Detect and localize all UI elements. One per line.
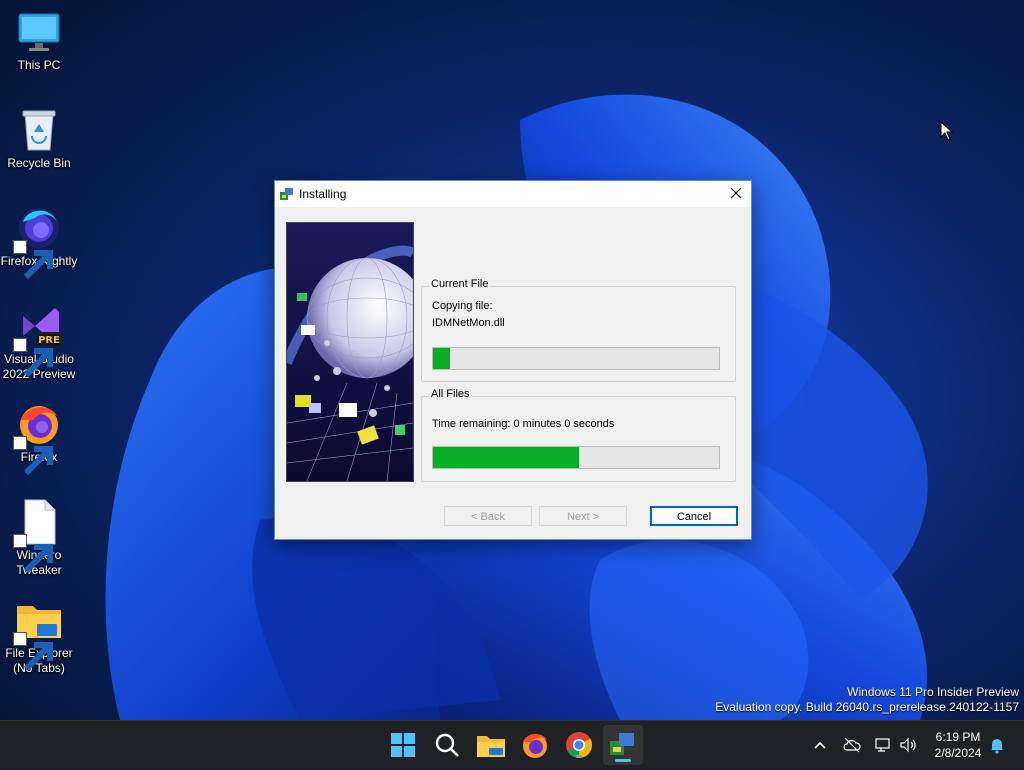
file-explorer-icon xyxy=(477,736,505,757)
taskbar-clock[interactable]: 6:19 PM 2/8/2024 xyxy=(922,729,994,761)
taskbar-file-explorer[interactable] xyxy=(475,729,507,761)
folder-icon xyxy=(13,596,63,672)
installer-icon xyxy=(280,188,293,200)
next-button[interactable]: Next > xyxy=(539,506,627,526)
all-files-progress-bar xyxy=(432,446,720,469)
back-button[interactable]: < Back xyxy=(444,506,532,526)
notifications-button[interactable] xyxy=(987,735,1007,755)
shortcut-arrow-icon xyxy=(13,338,53,378)
visual-studio-icon: PRE xyxy=(13,302,63,378)
network-icon xyxy=(875,738,890,752)
running-indicator xyxy=(576,755,582,758)
shortcut-arrow-icon xyxy=(13,436,53,476)
close-button[interactable] xyxy=(721,181,751,207)
watermark-edition: Windows 11 Pro Insider Preview xyxy=(847,685,1019,699)
installer-icon xyxy=(610,733,634,755)
current-file-group: Current File Copying file: IDMNetMon.dll xyxy=(421,278,736,382)
search-icon xyxy=(435,733,459,757)
clock-time: 6:19 PM xyxy=(935,730,981,744)
clock-date: 2/8/2024 xyxy=(934,746,982,760)
volume-button[interactable] xyxy=(898,735,918,755)
desktop-icon-firefox[interactable]: Firefox xyxy=(0,400,78,476)
dialog-title: Installing xyxy=(299,187,347,201)
build-watermark: Windows 11 Pro Insider Preview Evaluatio… xyxy=(715,685,1019,715)
desktop-icon-winaero-tweaker[interactable]: Winaero Tweaker xyxy=(0,498,78,578)
network-button[interactable] xyxy=(873,735,893,755)
cloud-offline-icon xyxy=(843,737,861,753)
all-files-progress-fill xyxy=(433,447,579,468)
show-hidden-icons-button[interactable] xyxy=(810,735,830,755)
desktop-icon-label: This PC xyxy=(17,58,61,72)
chevron-up-icon xyxy=(814,741,826,749)
watermark-build: Evaluation copy. Build 26040.rs_prerelea… xyxy=(715,700,1019,714)
desktop-icon-this-pc[interactable]: This PC xyxy=(0,8,78,73)
current-filename: IDMNetMon.dll xyxy=(432,317,505,329)
dialog-titlebar[interactable]: Installing xyxy=(275,181,751,207)
taskbar-chrome[interactable] xyxy=(563,729,595,761)
search-button[interactable] xyxy=(431,729,463,761)
shortcut-arrow-icon xyxy=(13,240,53,280)
all-files-label: All Files xyxy=(429,388,472,400)
close-icon xyxy=(730,187,742,199)
shortcut-arrow-icon xyxy=(13,534,53,574)
mouse-pointer-icon xyxy=(940,121,954,141)
all-files-group: All Files Time remaining: 0 minutes 0 se… xyxy=(421,388,736,482)
firefox-icon xyxy=(523,734,547,758)
firefox-icon xyxy=(13,400,63,476)
desktop-icon-visual-studio[interactable]: PRE Visual Studio 2022 Preview xyxy=(0,302,78,382)
current-file-progress-fill xyxy=(433,348,451,369)
start-icon xyxy=(391,733,415,757)
active-indicator xyxy=(615,759,631,762)
time-remaining: Time remaining: 0 minutes 0 seconds xyxy=(432,418,615,430)
current-file-label: Current File xyxy=(429,278,491,290)
taskbar: 6:19 PM 2/8/2024 xyxy=(0,720,1024,769)
desktop-icon-label: Recycle Bin xyxy=(7,156,71,170)
installing-dialog: Installing Current File Copying file: ID… xyxy=(274,180,752,540)
firefox-nightly-icon xyxy=(13,204,63,280)
copying-status: Copying file: xyxy=(432,300,493,312)
desktop-icon-firefox-nightly[interactable]: Firefox Nightly xyxy=(0,204,78,280)
taskbar-installer[interactable] xyxy=(603,725,643,765)
taskbar-firefox[interactable] xyxy=(519,729,551,761)
monitor-icon xyxy=(15,8,63,56)
onedrive-button[interactable] xyxy=(842,735,862,755)
current-file-progress-bar xyxy=(432,347,720,370)
document-icon xyxy=(13,498,63,574)
cancel-button[interactable]: Cancel xyxy=(650,506,738,526)
speaker-icon xyxy=(900,737,916,753)
recycle-bin-icon xyxy=(15,106,63,154)
desktop-icon-recycle-bin[interactable]: Recycle Bin xyxy=(0,106,78,171)
bell-icon xyxy=(991,739,1003,754)
installer-side-image xyxy=(286,222,414,482)
start-button[interactable] xyxy=(387,729,419,761)
shortcut-arrow-icon xyxy=(13,632,53,672)
desktop-icon-file-explorer[interactable]: File Explorer (No Tabs) xyxy=(0,596,78,676)
